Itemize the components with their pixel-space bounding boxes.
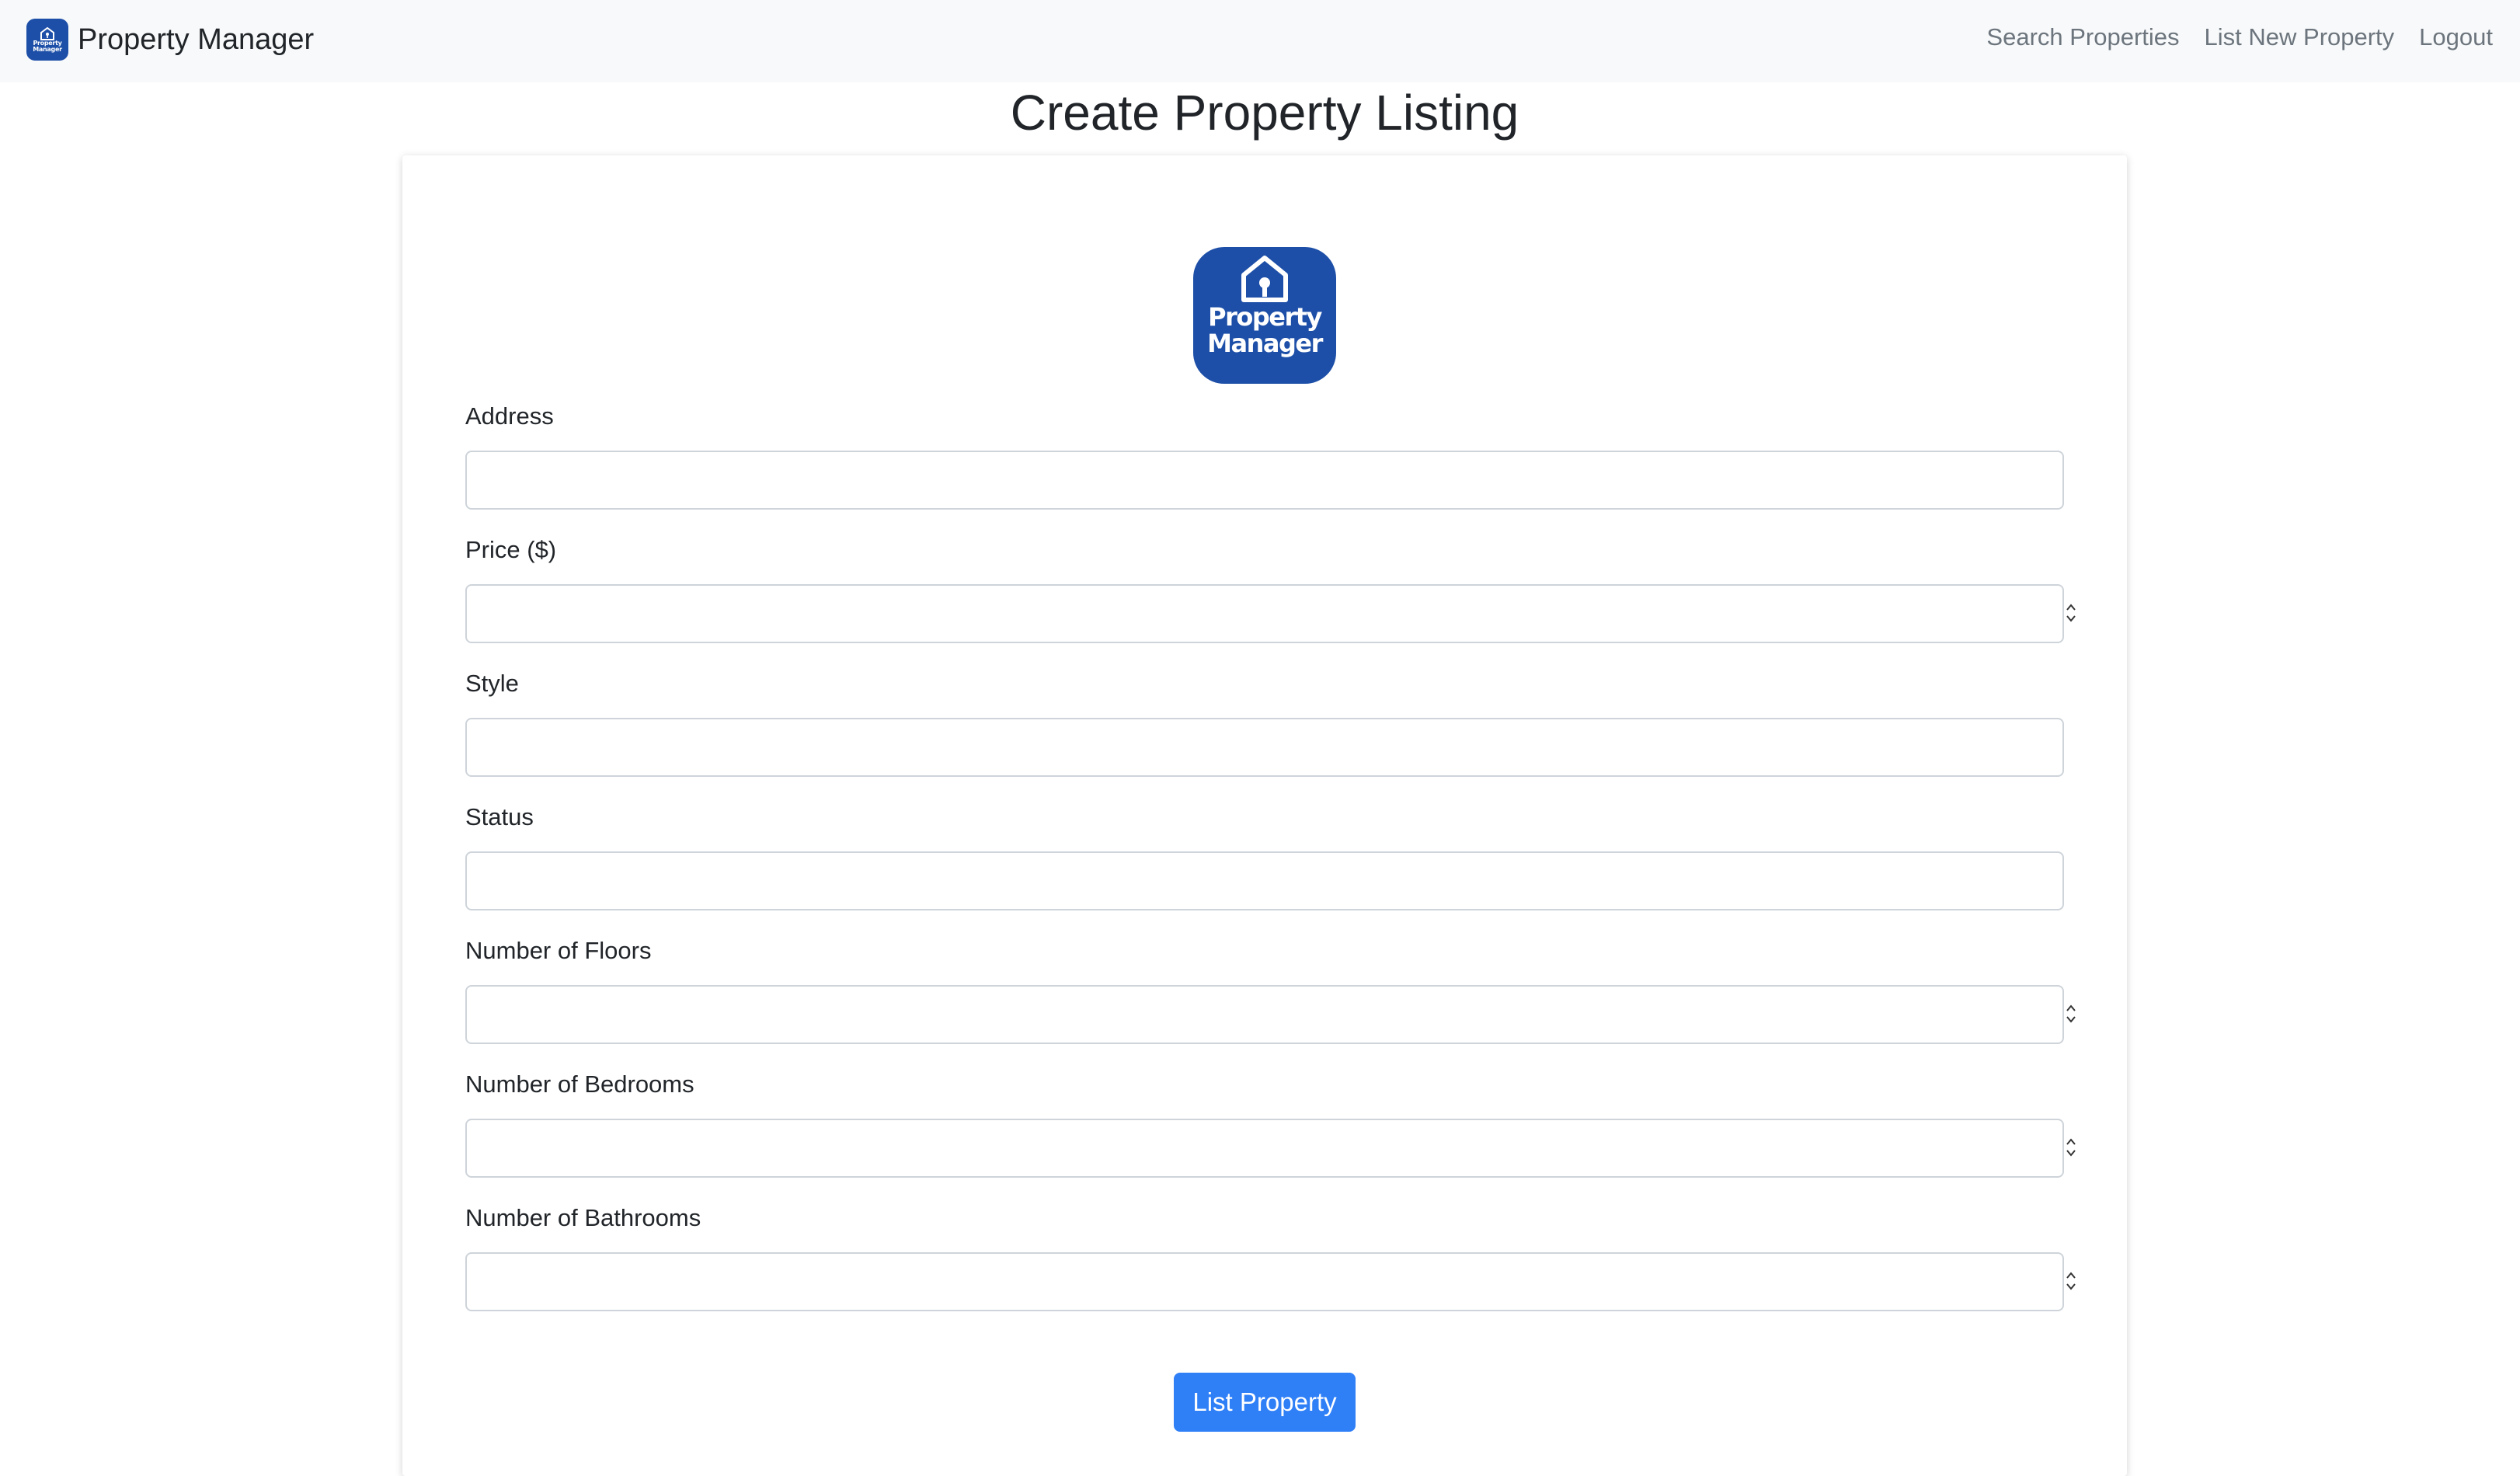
bedrooms-stepper-icon[interactable] [2062, 1133, 2080, 1162]
bedrooms-field [402, 1119, 2127, 1178]
bathrooms-stepper-icon[interactable] [2062, 1266, 2080, 1296]
nav-links: Search Properties List New Property Logo… [1986, 23, 2493, 51]
price-label: Price ($) [465, 536, 557, 563]
nav-link-logout[interactable]: Logout [2419, 23, 2493, 51]
property-manager-logo: Property Manager [1193, 247, 1336, 384]
logo-text-line2: Manager [1207, 329, 1323, 358]
bathrooms-field [402, 1252, 2127, 1311]
floors-stepper-icon[interactable] [2062, 999, 2080, 1029]
floors-input[interactable] [465, 985, 2064, 1044]
status-input[interactable] [465, 851, 2064, 910]
listing-form-card: Property Manager Address Price ($) Style… [402, 155, 2127, 1476]
brand-logo-text-line2: Manager [33, 46, 62, 53]
address-input[interactable] [465, 451, 2064, 510]
house-keyhole-icon [1241, 256, 1288, 302]
nav-link-list-new-property[interactable]: List New Property [2205, 23, 2395, 51]
address-label: Address [465, 402, 554, 430]
style-input[interactable] [465, 718, 2064, 777]
brand-logo-icon: Property Manager [26, 19, 68, 61]
floors-field [402, 985, 2127, 1044]
bedrooms-input[interactable] [465, 1119, 2064, 1178]
floors-label: Number of Floors [465, 937, 652, 964]
price-stepper-icon[interactable] [2062, 598, 2080, 628]
list-property-button[interactable]: List Property [1174, 1373, 1356, 1432]
nav-link-search-properties[interactable]: Search Properties [1986, 23, 2179, 51]
logo-text-line1: Property [1208, 302, 1322, 332]
bedrooms-label: Number of Bedrooms [465, 1070, 694, 1098]
style-label: Style [465, 670, 519, 697]
brand-name: Property Manager [78, 23, 315, 56]
brand-link[interactable]: Property Manager Property Manager [26, 19, 314, 61]
price-field [402, 584, 2127, 643]
bathrooms-input[interactable] [465, 1252, 2064, 1311]
page-title: Create Property Listing [1010, 85, 1519, 141]
top-navbar: Property Manager Property Manager Search… [0, 0, 2520, 82]
status-label: Status [465, 803, 534, 830]
bathrooms-label: Number of Bathrooms [465, 1204, 701, 1231]
price-input[interactable] [465, 584, 2064, 643]
